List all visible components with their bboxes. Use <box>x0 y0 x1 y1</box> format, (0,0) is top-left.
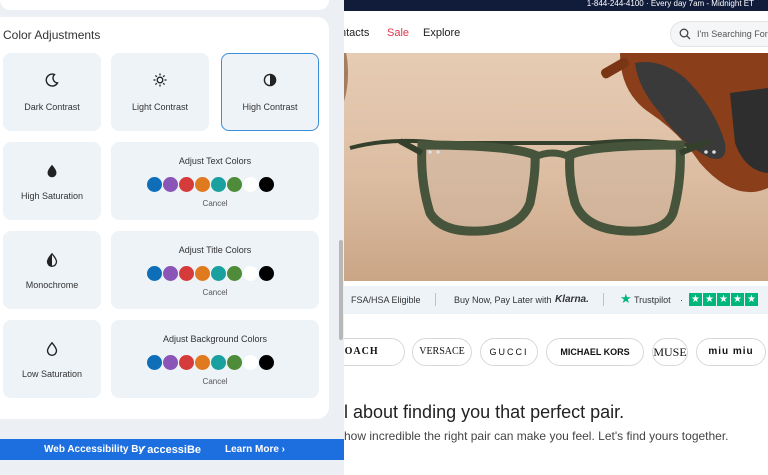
divider <box>435 293 436 306</box>
cancel-text-colors-button[interactable]: Cancel <box>112 199 318 208</box>
cancel-title-colors-button[interactable]: Cancel <box>112 288 318 297</box>
panel-scrollbar[interactable] <box>339 240 343 340</box>
drop-filled-icon <box>4 164 100 183</box>
color-swatch[interactable] <box>259 266 274 281</box>
rating-star-icon: ★ <box>717 293 730 306</box>
separator-dot: · <box>680 295 683 305</box>
color-swatch[interactable] <box>195 177 210 192</box>
fsa-eligible-text: FSA/HSA Eligible <box>351 295 421 305</box>
accessibility-by-text: Web Accessibility By <box>44 444 145 455</box>
brand-muse[interactable]: MUSE <box>652 338 688 366</box>
cancel-background-colors-button[interactable]: Cancel <box>112 377 318 386</box>
page-subheadline: how incredible the right pair can make y… <box>344 429 729 443</box>
previous-section-card <box>0 0 329 10</box>
nav-contacts[interactable]: ntacts <box>340 27 369 39</box>
color-swatch[interactable] <box>227 266 242 281</box>
brand-versace[interactable]: VERSACE <box>412 338 472 366</box>
bnpl-text: Buy Now, Pay Later with <box>454 295 552 305</box>
brand-list: COACH VERSACE GUCCI MICHAEL KORS MUSE mi… <box>310 338 768 366</box>
search-placeholder: I'm Searching For... <box>697 29 768 39</box>
adjust-text-colors-title: Adjust Text Colors <box>178 156 252 166</box>
color-swatch[interactable] <box>147 177 162 192</box>
divider <box>603 293 604 306</box>
benefits-bar: FSA/HSA Eligible Buy Now, Pay Later with… <box>330 286 768 314</box>
page-headline: ll about finding you that perfect pair. <box>340 402 625 422</box>
color-swatch[interactable] <box>259 355 274 370</box>
accessibe-footer: Web Accessibility By ✓accessiBe Learn Mo… <box>0 439 344 460</box>
color-swatch[interactable] <box>227 355 242 370</box>
drop-outline-icon <box>4 341 100 361</box>
color-swatch[interactable] <box>147 266 162 281</box>
color-swatch[interactable] <box>163 177 178 192</box>
nav-explore[interactable]: Explore <box>423 27 460 39</box>
adjust-background-colors-card: Adjust Background Colors Cancel <box>111 320 319 398</box>
rating-star-icon: ★ <box>731 293 744 306</box>
color-swatch[interactable] <box>227 177 242 192</box>
sun-icon <box>112 73 208 92</box>
rating-star-icon: ★ <box>689 293 702 306</box>
text-color-swatches <box>147 177 274 192</box>
color-swatch[interactable] <box>179 266 194 281</box>
drop-half-icon <box>4 252 100 272</box>
color-swatch[interactable] <box>163 355 178 370</box>
brand-michael-kors[interactable]: MICHAEL KORS <box>546 338 644 366</box>
color-swatch[interactable] <box>211 355 226 370</box>
topbar-text: 1-844-244-4100 · Every day 7am - Midnigh… <box>586 0 754 8</box>
color-swatch[interactable] <box>211 266 226 281</box>
rating-star-icon: ★ <box>703 293 716 306</box>
high-saturation-button[interactable]: High Saturation <box>3 142 101 220</box>
dark-contrast-button[interactable]: Dark Contrast <box>3 53 101 131</box>
hero-image <box>330 53 768 281</box>
color-swatch[interactable] <box>179 177 194 192</box>
dark-contrast-label: Dark Contrast <box>24 102 80 112</box>
high-contrast-label: High Contrast <box>242 102 298 112</box>
moon-icon <box>4 73 100 92</box>
low-saturation-label: Low Saturation <box>21 369 83 379</box>
low-saturation-button[interactable]: Low Saturation <box>3 320 101 398</box>
color-swatch[interactable] <box>195 355 210 370</box>
adjust-background-colors-title: Adjust Background Colors <box>162 334 268 344</box>
high-contrast-button[interactable]: High Contrast <box>221 53 319 131</box>
learn-more-link[interactable]: Learn More › <box>225 444 285 455</box>
search-icon <box>679 28 691 40</box>
color-swatch[interactable] <box>243 355 258 370</box>
section-title: Color Adjustments <box>3 28 101 42</box>
accessibe-logo[interactable]: ✓accessiBe <box>138 443 201 456</box>
monochrome-label: Monochrome <box>25 280 79 290</box>
color-adjustments-section: Color Adjustments Dark Contrast Light Co… <box>0 17 329 419</box>
main-nav: ntacts Sale Explore I'm Searching For... <box>330 11 768 53</box>
search-input[interactable]: I'm Searching For... <box>670 21 768 47</box>
adjust-title-colors-card: Adjust Title Colors Cancel <box>111 231 319 309</box>
color-swatch[interactable] <box>179 355 194 370</box>
color-swatch[interactable] <box>211 177 226 192</box>
brand-miu-miu[interactable]: miu miu <box>696 338 766 366</box>
high-saturation-label: High Saturation <box>20 191 84 201</box>
trustpilot-name: Trustpilot <box>634 295 671 305</box>
green-frames <box>349 138 716 236</box>
rating-star-icon: ★ <box>745 293 758 306</box>
light-contrast-button[interactable]: Light Contrast <box>111 53 209 131</box>
contrast-icon <box>222 73 318 92</box>
color-swatch[interactable] <box>163 266 178 281</box>
monochrome-button[interactable]: Monochrome <box>3 231 101 309</box>
color-swatch[interactable] <box>243 177 258 192</box>
background-color-swatches <box>147 355 274 370</box>
color-swatch[interactable] <box>147 355 162 370</box>
color-swatch[interactable] <box>243 266 258 281</box>
adjust-text-colors-card: Adjust Text Colors Cancel <box>111 142 319 220</box>
trustpilot-star-icon: ★ <box>620 291 632 306</box>
light-contrast-label: Light Contrast <box>131 102 189 112</box>
klarna-logo: Klarna. <box>555 294 589 305</box>
color-swatch[interactable] <box>259 177 274 192</box>
adjust-title-colors-title: Adjust Title Colors <box>178 245 252 255</box>
nav-sale[interactable]: Sale <box>387 27 409 39</box>
color-swatch[interactable] <box>195 266 210 281</box>
brand-gucci[interactable]: GUCCI <box>480 338 538 366</box>
eyeglasses-image <box>330 53 768 236</box>
trustpilot-rating: ★ ★ ★ ★ ★ <box>689 293 758 306</box>
title-color-swatches <box>147 266 274 281</box>
